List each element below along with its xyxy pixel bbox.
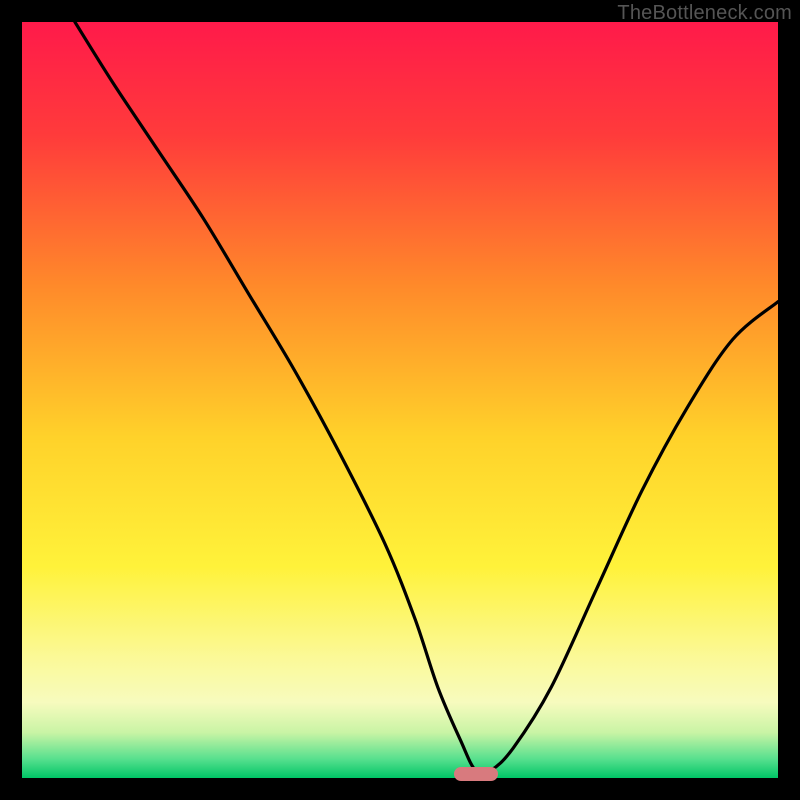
chart-frame: TheBottleneck.com [0, 0, 800, 800]
optimum-marker [454, 767, 498, 781]
plot-area [22, 22, 778, 778]
attribution-label: TheBottleneck.com [617, 2, 792, 25]
curve-layer [22, 22, 778, 778]
bottleneck-curve [75, 22, 778, 774]
